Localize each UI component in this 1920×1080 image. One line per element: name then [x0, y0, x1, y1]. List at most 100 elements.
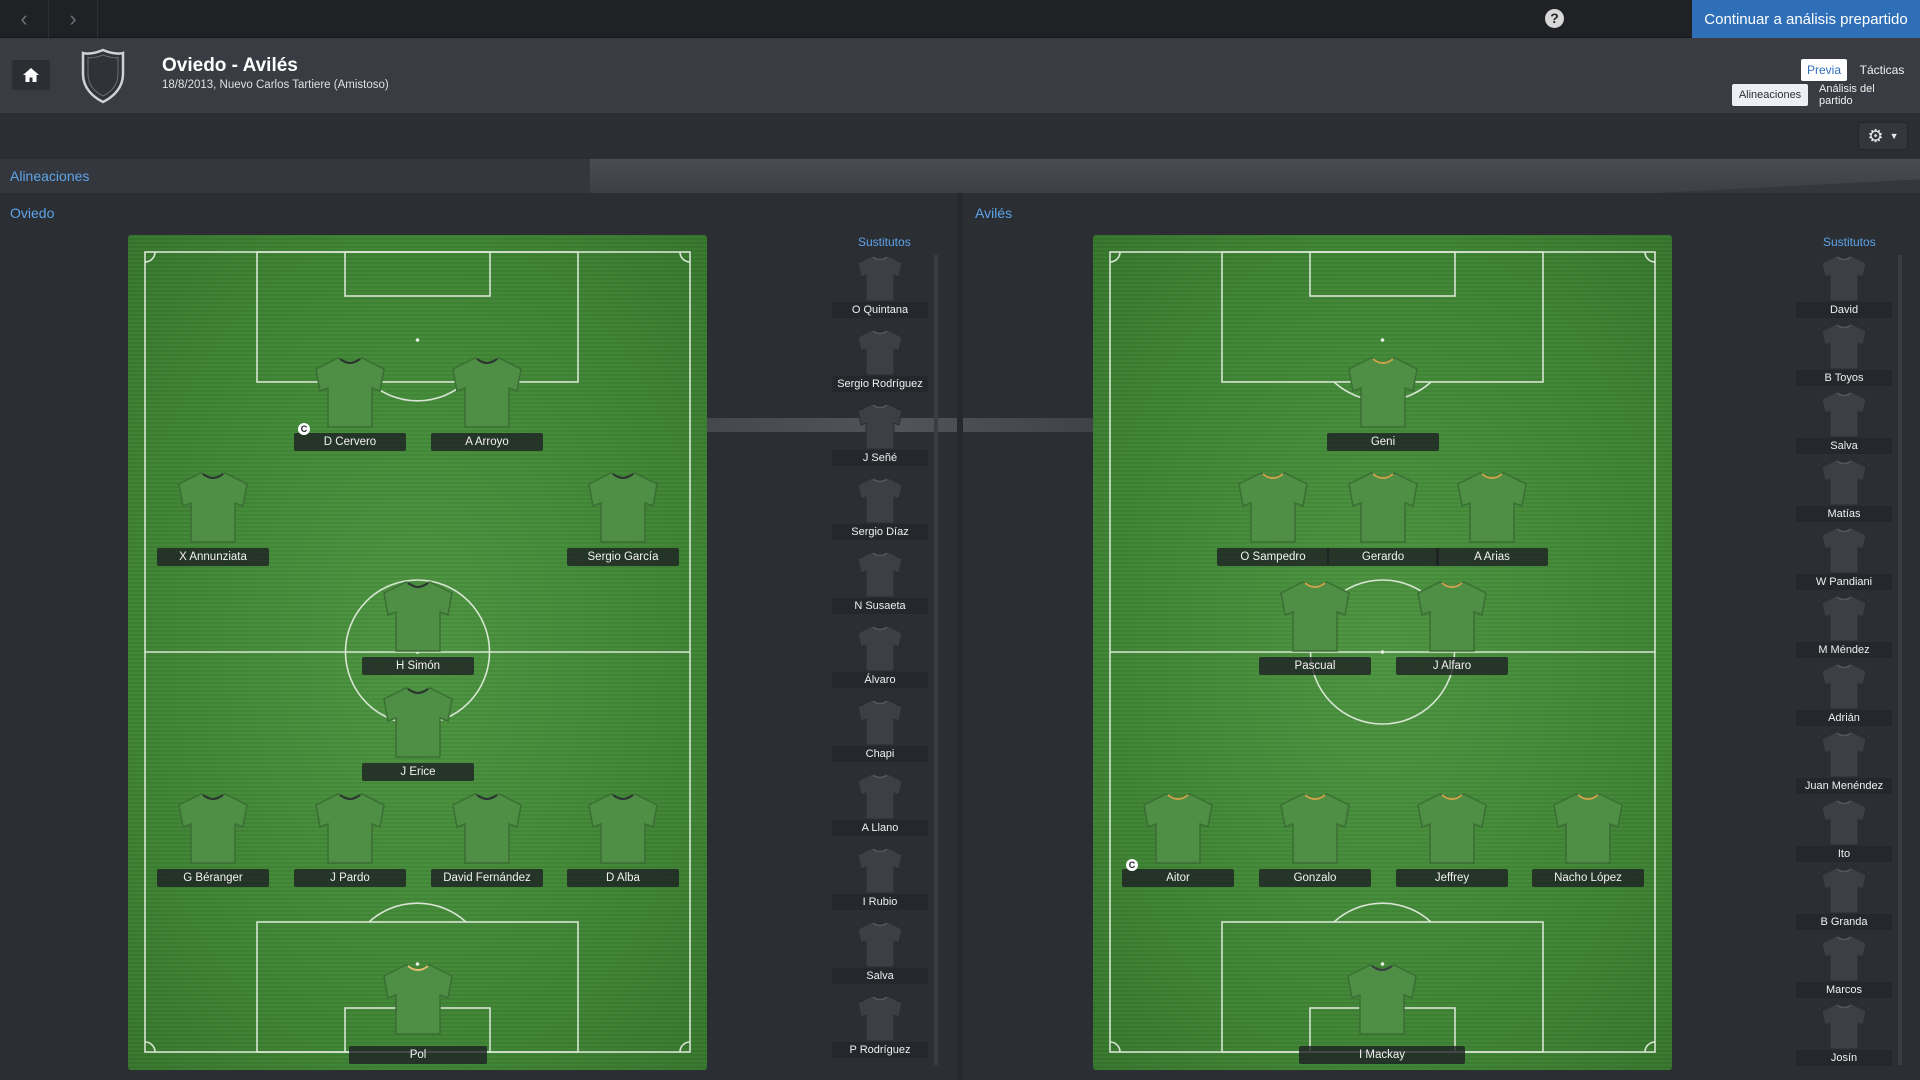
captain-badge: C: [298, 423, 310, 435]
continue-button[interactable]: Continuar a análisis prepartido: [1692, 0, 1920, 38]
home-player-p8[interactable]: J Pardo: [294, 791, 406, 891]
shirt-icon: [857, 477, 903, 524]
sub-name: David: [1796, 302, 1892, 318]
shirt-icon: [315, 357, 385, 428]
home-player-p9[interactable]: David Fernández: [431, 791, 543, 891]
away-sub-11[interactable]: Marcos: [1796, 934, 1892, 1000]
shirt-icon: [1417, 793, 1487, 864]
sub-name: Matías: [1796, 506, 1892, 522]
shirt-icon: [452, 357, 522, 428]
away-sub-10[interactable]: B Granda: [1796, 866, 1892, 932]
shirt-icon: [1348, 472, 1418, 543]
home-player-p11[interactable]: Pol: [349, 962, 487, 1064]
settings-dropdown-button[interactable]: ⚙ ▼: [1858, 122, 1908, 150]
shirt-icon: [857, 699, 903, 746]
home-player-p6[interactable]: J Erice: [362, 685, 474, 785]
home-player-p1[interactable]: D Cervero: [294, 355, 406, 455]
match-header: Oviedo - Avilés 18/8/2013, Nuevo Carlos …: [0, 38, 1920, 113]
player-name: Jeffrey: [1396, 869, 1508, 887]
away-sub-12[interactable]: Josín: [1796, 1002, 1892, 1068]
home-player-p2[interactable]: A Arroyo: [431, 355, 543, 455]
home-sub-10[interactable]: Salva: [832, 920, 928, 986]
home-sub-4[interactable]: Sergio Díaz: [832, 476, 928, 542]
away-sub-8[interactable]: Juan Menéndez: [1796, 730, 1892, 796]
home-button[interactable]: [12, 60, 50, 90]
home-sub-6[interactable]: Álvaro: [832, 624, 928, 690]
shirt-icon: [1821, 323, 1867, 370]
player-name: Sergio García: [567, 548, 679, 566]
away-sub-2[interactable]: B Toyos: [1796, 322, 1892, 388]
home-sub-3[interactable]: J Señé: [832, 402, 928, 468]
home-player-p4[interactable]: Sergio García: [567, 470, 679, 570]
sub-name: I Rubio: [832, 894, 928, 910]
home-pitch: D Cervero C A Arroyo X Annunziata Sergio…: [128, 235, 707, 1070]
home-sub-7[interactable]: Chapi: [832, 698, 928, 764]
shirt-icon: [857, 403, 903, 450]
subtab-analisis-del-partido[interactable]: Análisis del partido: [1811, 83, 1913, 107]
player-name: X Annunziata: [157, 548, 269, 566]
club-crest-icon: [81, 48, 125, 104]
shirt-icon: [857, 329, 903, 376]
home-player-p5[interactable]: H Simón: [362, 579, 474, 679]
player-name: G Béranger: [157, 869, 269, 887]
away-sub-6[interactable]: M Méndez: [1796, 594, 1892, 660]
away-sub-4[interactable]: Matías: [1796, 458, 1892, 524]
home-team-name[interactable]: Oviedo: [10, 205, 54, 221]
home-sub-2[interactable]: Sergio Rodríguez: [832, 328, 928, 394]
home-subs-scrollbar[interactable]: [934, 255, 938, 1065]
sub-name: Salva: [1796, 438, 1892, 454]
home-sub-9[interactable]: I Rubio: [832, 846, 928, 912]
sub-name: Ito: [1796, 846, 1892, 862]
home-player-p10[interactable]: D Alba: [567, 791, 679, 891]
tab-previa[interactable]: Previa: [1801, 59, 1847, 81]
shirt-icon: [383, 964, 453, 1035]
player-name: I Mackay: [1299, 1046, 1465, 1064]
sub-name: Marcos: [1796, 982, 1892, 998]
home-sub-1[interactable]: O Quintana: [832, 254, 928, 320]
away-player-p2[interactable]: O Sampedro: [1217, 470, 1329, 570]
away-player-p5[interactable]: Pascual: [1259, 579, 1371, 679]
away-sub-3[interactable]: Salva: [1796, 390, 1892, 456]
sub-name: B Toyos: [1796, 370, 1892, 386]
player-name: Gerardo: [1327, 548, 1439, 566]
away-player-p9[interactable]: Jeffrey: [1396, 791, 1508, 891]
player-name: A Arias: [1436, 548, 1548, 566]
shirt-icon: [857, 773, 903, 820]
home-player-p7[interactable]: G Béranger: [157, 791, 269, 891]
forward-button[interactable]: ›: [49, 0, 98, 38]
captain-badge: C: [1126, 859, 1138, 871]
team-divider: [957, 193, 963, 1080]
subtab-alineaciones[interactable]: Alineaciones: [1732, 84, 1808, 106]
away-player-p8[interactable]: Gonzalo: [1259, 791, 1371, 891]
away-player-p6[interactable]: J Alfaro: [1396, 579, 1508, 679]
player-name: Aitor: [1122, 869, 1234, 887]
away-player-p7[interactable]: Aitor: [1122, 791, 1234, 891]
away-sub-5[interactable]: W Pandiani: [1796, 526, 1892, 592]
shirt-icon: [1821, 391, 1867, 438]
home-sub-5[interactable]: N Susaeta: [832, 550, 928, 616]
back-button[interactable]: ‹: [0, 0, 49, 38]
toolbar: ⚙ ▼: [0, 113, 1920, 159]
away-player-p4[interactable]: A Arias: [1436, 470, 1548, 570]
help-icon[interactable]: ?: [1545, 9, 1564, 28]
shirt-icon: [1821, 1003, 1867, 1050]
away-sub-9[interactable]: Ito: [1796, 798, 1892, 864]
tab-tacticas[interactable]: Tácticas: [1851, 59, 1913, 81]
match-title: Oviedo - Avilés: [162, 55, 298, 76]
home-sub-8[interactable]: A Llano: [832, 772, 928, 838]
sub-name: M Méndez: [1796, 642, 1892, 658]
away-player-p11[interactable]: I Mackay: [1299, 962, 1465, 1064]
away-player-p1[interactable]: Geni: [1327, 355, 1439, 455]
away-player-p3[interactable]: Gerardo: [1327, 470, 1439, 570]
home-player-p3[interactable]: X Annunziata: [157, 470, 269, 570]
away-subs-scrollbar[interactable]: [1898, 255, 1902, 1065]
home-sub-11[interactable]: P Rodríguez: [832, 994, 928, 1060]
sub-name: Sergio Díaz: [832, 524, 928, 540]
away-sub-1[interactable]: David: [1796, 254, 1892, 320]
shirt-icon: [1143, 793, 1213, 864]
away-sub-7[interactable]: Adrián: [1796, 662, 1892, 728]
away-team-name[interactable]: Avilés: [975, 205, 1012, 221]
shirt-icon: [857, 625, 903, 672]
shirt-icon: [383, 581, 453, 652]
away-player-p10[interactable]: Nacho López: [1532, 791, 1644, 891]
